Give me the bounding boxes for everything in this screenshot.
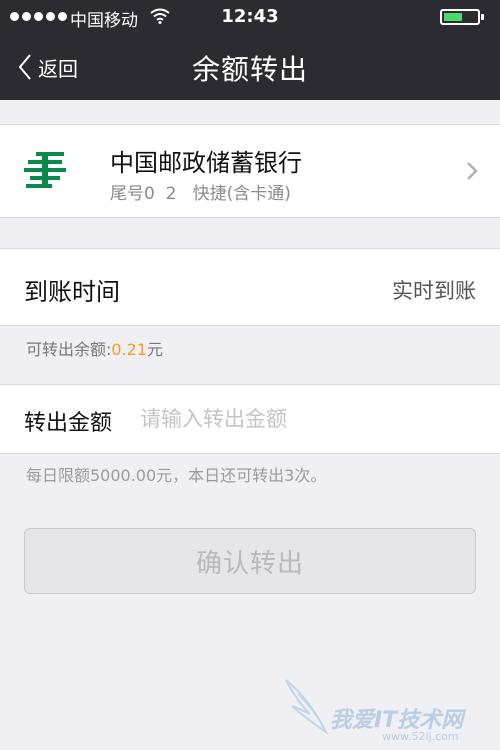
watermark-url: www.52ij.com bbox=[382, 730, 459, 743]
china-post-bank-logo-icon bbox=[22, 150, 68, 194]
chevron-right-icon bbox=[466, 161, 478, 185]
transfer-amount-input[interactable] bbox=[140, 401, 470, 437]
status-bar: 中国移动 12:43 bbox=[0, 0, 500, 34]
bank-card-selector[interactable]: 中国邮政储蓄银行 尾号0 2 快捷(含卡通) bbox=[0, 124, 500, 218]
watermark-logo: 我爱IT技术网 www.52ij.com bbox=[280, 676, 490, 746]
arrival-time-row: 到账时间 实时到账 bbox=[0, 248, 500, 326]
balance-amount: 0.21 bbox=[111, 340, 148, 359]
page-title: 余额转出 bbox=[191, 53, 308, 86]
battery-level bbox=[444, 13, 462, 21]
navigation-bar: 返回 余额转出 bbox=[0, 34, 500, 100]
transfer-amount-label: 转出金额 bbox=[24, 411, 113, 436]
arrival-time-value: 实时到账 bbox=[392, 279, 476, 303]
battery-icon bbox=[440, 9, 484, 25]
confirm-transfer-button[interactable]: 确认转出 bbox=[24, 528, 476, 594]
balance-unit: 元 bbox=[147, 340, 164, 359]
bank-card-info: 尾号0 2 快捷(含卡通) bbox=[110, 184, 291, 204]
balance-label: 可转出余额: bbox=[26, 340, 112, 359]
arrival-time-label: 到账时间 bbox=[24, 278, 120, 306]
daily-limit-note: 每日限额5000.00元，本日还可转出3次。 bbox=[26, 466, 327, 485]
bank-name: 中国邮政储蓄银行 bbox=[110, 149, 302, 177]
status-time: 12:43 bbox=[221, 6, 279, 27]
available-balance: 可转出余额:0.21元 bbox=[26, 336, 163, 360]
transfer-amount-row: 转出金额 bbox=[0, 384, 500, 454]
